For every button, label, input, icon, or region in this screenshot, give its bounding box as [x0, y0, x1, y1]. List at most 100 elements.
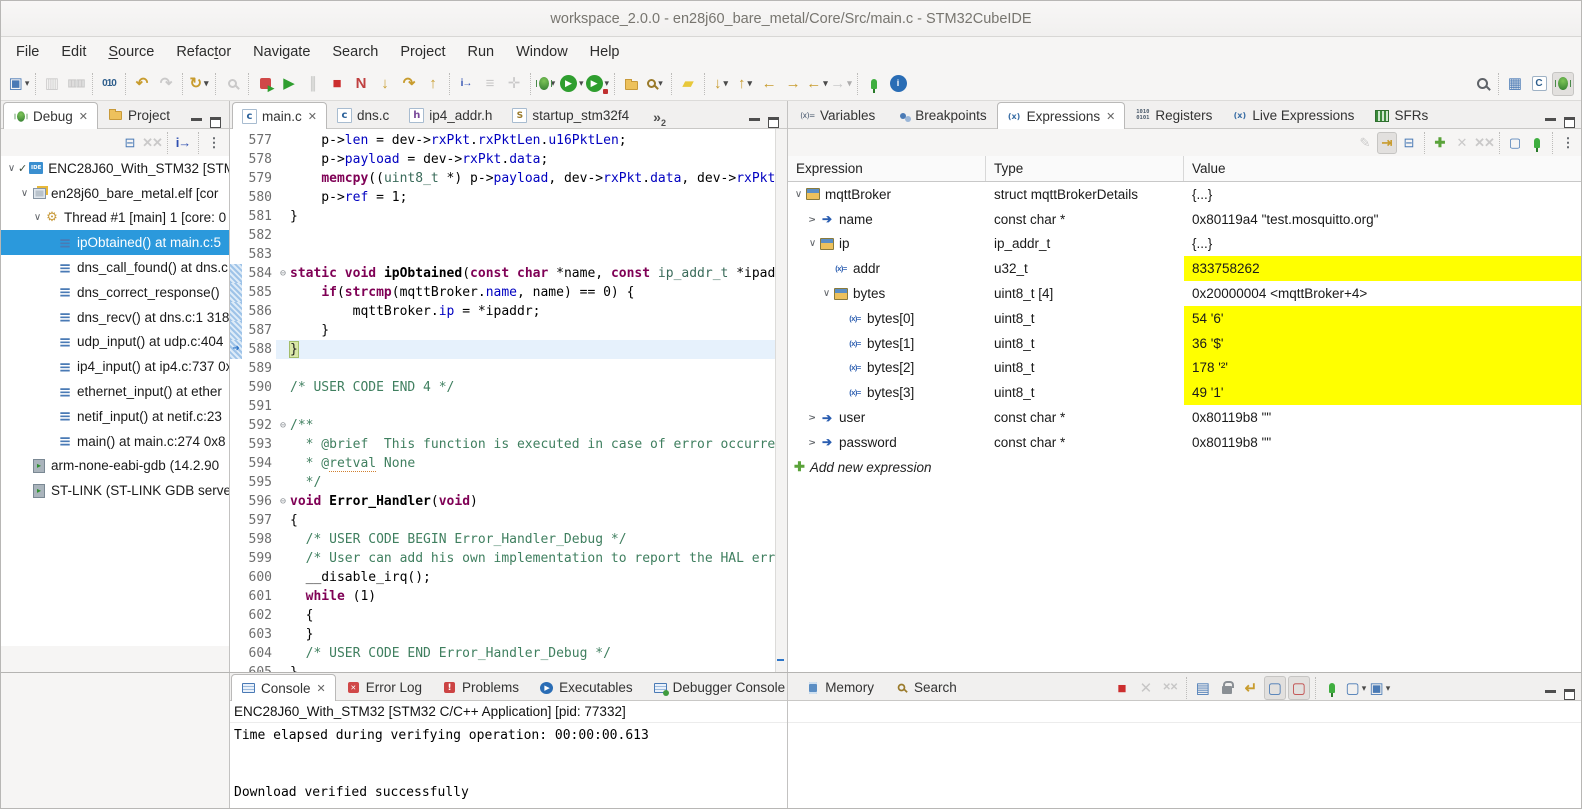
code-line[interactable]: 597{ [230, 511, 775, 530]
column-header-value[interactable]: Value [1184, 156, 1582, 181]
expression-row[interactable]: ∨passwordconst char *0x80119b8 "" [788, 430, 1582, 455]
console-tab-memory[interactable]: Memory [795, 674, 884, 700]
save-all-icon[interactable]: ▥▥ [65, 72, 87, 96]
debug-tree-item[interactable]: netif_input() at netif.c:23 [1, 404, 229, 429]
terminate-icon[interactable]: ■ [1111, 676, 1133, 700]
column-header-expression[interactable]: Expression [788, 156, 986, 181]
debug-tree-item[interactable]: ip4_input() at ip4.c:737 0x [1, 354, 229, 379]
code-line[interactable]: 598 /* USER CODE BEGIN Error_Handler_Deb… [230, 530, 775, 549]
menu-project[interactable]: Project [389, 40, 456, 64]
expander-icon[interactable]: ∨ [31, 212, 44, 223]
minimize-view-button[interactable] [749, 118, 760, 121]
expression-row[interactable]: bytes[2]uint8_t178 '²' [788, 356, 1582, 381]
code-line[interactable]: 582 [230, 226, 775, 245]
collapse-all-icon[interactable]: ⊟ [1399, 132, 1419, 154]
gutter-annotation[interactable] [230, 264, 242, 283]
console-tab-console[interactable]: Console✕ [231, 674, 336, 701]
menu-run[interactable]: Run [456, 40, 505, 64]
maximize-view-button[interactable] [210, 117, 221, 128]
expression-row[interactable]: addru32_t833758262 [788, 256, 1582, 281]
gutter-annotation[interactable] [230, 568, 242, 587]
open-perspective-icon[interactable]: ▦ [1504, 72, 1526, 96]
close-tab-icon[interactable]: ✕ [79, 110, 88, 123]
next-annotation-icon[interactable]: → [782, 72, 804, 96]
remove-all-expressions-icon[interactable]: ✕✕ [1474, 132, 1494, 154]
expressions-tab-live-expressions[interactable]: Live Expressions [1222, 102, 1364, 128]
expander-icon[interactable]: ∨ [792, 189, 805, 200]
cpp-perspective-icon[interactable]: C [1528, 72, 1550, 96]
build-binary-icon[interactable]: 010 [98, 72, 120, 96]
menu-source[interactable]: Source [97, 40, 165, 64]
step-return-icon[interactable]: ↑ [422, 72, 444, 96]
expander-icon[interactable]: ∨ [806, 238, 819, 249]
code-line[interactable]: 596⊖void Error_Handler(void) [230, 492, 775, 511]
gutter-annotation[interactable] [230, 644, 242, 663]
minimize-view-button[interactable] [1545, 118, 1556, 121]
code-line[interactable]: 599 /* User can add his own implementati… [230, 549, 775, 568]
fold-marker-icon[interactable]: ⊖ [276, 420, 290, 431]
open-console-icon[interactable]: ▣▾ [1369, 676, 1391, 700]
console-tab-executables[interactable]: Executables [529, 674, 643, 700]
focus-on-stack-frame-icon[interactable]: i→ [173, 132, 193, 154]
code-line[interactable]: 580 p->ref = 1; [230, 188, 775, 207]
code-line[interactable]: 590/* USER CODE END 4 */ [230, 378, 775, 397]
save-icon[interactable]: ▥ [41, 72, 63, 96]
previous-annotation-icon[interactable]: ← [758, 72, 780, 96]
gutter-annotation[interactable] [230, 245, 242, 264]
debug-tree-item[interactable]: ethernet_input() at ether [1, 379, 229, 404]
collapse-all-icon[interactable]: ⊟ [120, 132, 140, 154]
show-logical-structure-icon[interactable]: ⇥ [1377, 132, 1397, 154]
gutter-annotation[interactable] [230, 150, 242, 169]
redo-icon[interactable]: ↷ [155, 72, 177, 96]
expression-row[interactable]: bytes[3]uint8_t49 '1' [788, 380, 1582, 405]
code-line[interactable]: 586 mqttBroker.ip = *ipaddr; [230, 302, 775, 321]
console-tab-problems[interactable]: Problems [432, 674, 529, 700]
gutter-annotation[interactable] [230, 492, 242, 511]
gutter-annotation[interactable]: ➜ [230, 340, 242, 359]
debug-tree-item[interactable]: ∨en28j60_bare_metal.elf [cor [1, 181, 229, 206]
last-edit-location-icon[interactable]: ↓▾ [710, 72, 732, 96]
code-line[interactable]: 594 * @retval None [230, 454, 775, 473]
maximize-view-button[interactable] [1564, 117, 1575, 128]
expression-row[interactable]: ∨nameconst char *0x80119a4 "test.mosquit… [788, 207, 1582, 232]
gutter-annotation[interactable] [230, 188, 242, 207]
code-line[interactable]: 604 /* USER CODE END Error_Handler_Debug… [230, 644, 775, 663]
code-line[interactable]: 600 __disable_irq(); [230, 568, 775, 587]
fold-marker-icon[interactable]: ⊖ [276, 496, 290, 507]
move-to-line-icon[interactable]: ✛ [503, 72, 525, 96]
remove-launch-icon[interactable]: ✕ [1135, 676, 1157, 700]
menu-window[interactable]: Window [505, 40, 579, 64]
dropdown-arrow-icon[interactable]: ▾ [605, 79, 610, 88]
add-new-expression-row[interactable]: ✚Add new expression [788, 455, 1582, 480]
gutter-annotation[interactable] [230, 416, 242, 435]
gutter-annotation[interactable] [230, 378, 242, 397]
code-editor[interactable]: 577 p->len = dev->rxPkt.rxPktLen.u16PktL… [230, 129, 787, 673]
show-type-names-icon[interactable]: ✎ [1355, 132, 1375, 154]
terminate-icon[interactable]: ■ [326, 72, 348, 96]
code-line[interactable]: 585 if(strcmp(mqttBroker.name, name) == … [230, 283, 775, 302]
debug-tree-item[interactable]: dns_correct_response() [1, 280, 229, 305]
gutter-annotation[interactable] [230, 511, 242, 530]
step-into-selection-icon[interactable]: i→ [455, 72, 477, 96]
menu-search[interactable]: Search [321, 40, 389, 64]
gutter-annotation[interactable] [230, 587, 242, 606]
relaunch-icon[interactable]: ↻▾ [188, 72, 210, 96]
menu-edit[interactable]: Edit [50, 40, 97, 64]
dropdown-arrow-icon[interactable]: ▾ [823, 79, 828, 88]
expressions-tab-breakpoints[interactable]: Breakpoints [885, 102, 996, 128]
expression-row[interactable]: ∨bytesuint8_t [4]0x20000004 <mqttBroker+… [788, 281, 1582, 306]
show-stderr-icon[interactable]: ▢ [1288, 676, 1310, 700]
dropdown-arrow-icon[interactable]: ▾ [658, 79, 663, 88]
sash-editor-expressions[interactable] [787, 101, 788, 808]
debug-tree-item[interactable]: ∨Thread #1 [main] 1 [core: 0 [1, 206, 229, 231]
suspend-icon[interactable]: ∥ [302, 72, 324, 96]
disconnect-icon[interactable]: N [350, 72, 372, 96]
dropdown-arrow-icon[interactable]: ▾ [1386, 684, 1391, 693]
dropdown-arrow-icon[interactable]: ▾ [204, 79, 209, 88]
code-line[interactable]: 581} [230, 207, 775, 226]
editor-tab-startup-stm32f4[interactable]: startup_stm32f4 [502, 102, 639, 128]
instruction-stepping-icon[interactable]: ≡ [479, 72, 501, 96]
menu-help[interactable]: Help [579, 40, 631, 64]
debug-tree-item[interactable]: ipObtained() at main.c:5 [1, 230, 229, 255]
titlebar[interactable]: workspace_2.0.0 - en28j60_bare_metal/Cor… [1, 1, 1581, 37]
